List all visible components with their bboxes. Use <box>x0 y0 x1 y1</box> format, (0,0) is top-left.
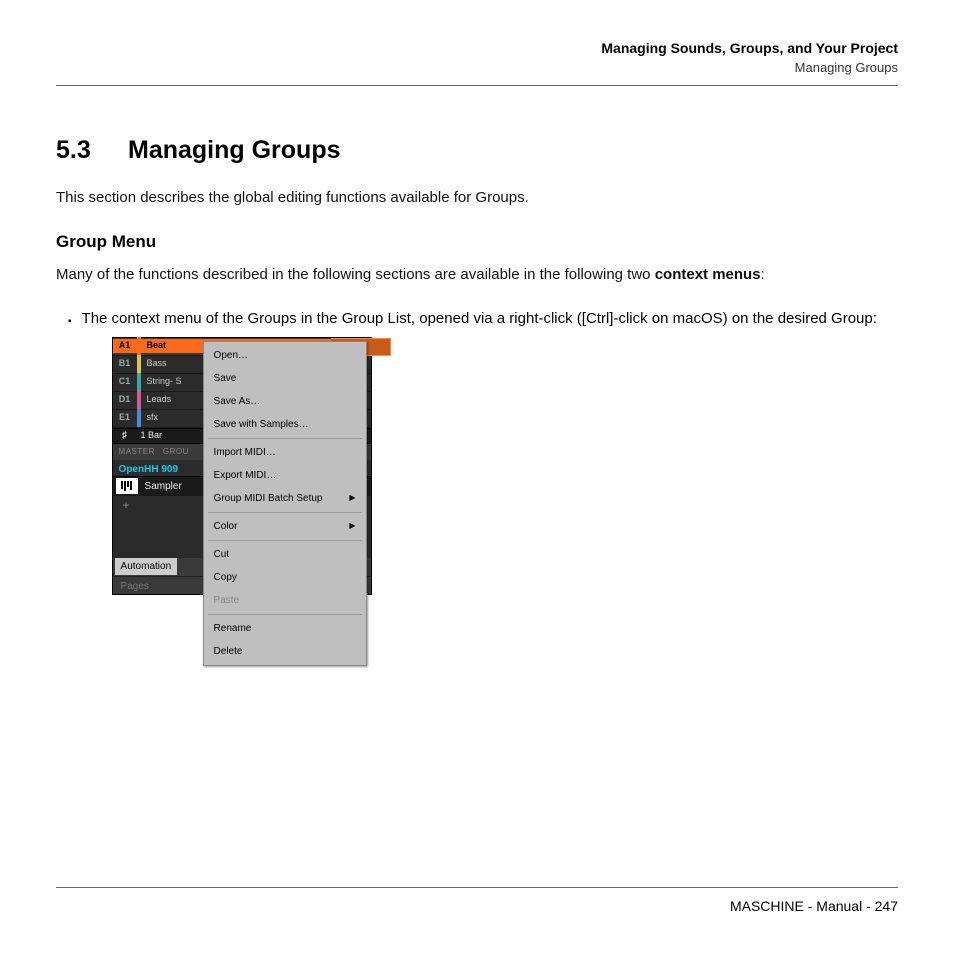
menu-item: Paste <box>204 589 366 612</box>
menu-item-label: Save As… <box>214 394 261 409</box>
menu-item-label: Copy <box>214 570 237 585</box>
group-menu-text-b: context menus <box>655 266 761 283</box>
menu-item-label: Delete <box>214 644 243 659</box>
sampler-label: Sampler <box>141 479 182 494</box>
group-slot[interactable]: C1 <box>113 375 137 389</box>
menu-item[interactable]: Color ▶ <box>204 515 366 538</box>
group-slot[interactable]: D1 <box>113 393 137 407</box>
menu-item-label: Group MIDI Batch Setup <box>214 491 323 506</box>
menu-item-label: Open… <box>214 348 248 363</box>
menu-separator <box>208 540 362 541</box>
menu-item-label: Color <box>214 519 238 534</box>
screenshot: Pattern 2 A1BeatB1BassC1String- SD1Leads… <box>112 337 372 595</box>
menu-item[interactable]: Import MIDI… <box>204 441 366 464</box>
header-section: Managing Groups <box>56 60 898 75</box>
menu-item[interactable]: Copy <box>204 566 366 589</box>
menu-item[interactable]: Open… <box>204 344 366 367</box>
bullet-text: The context menu of the Groups in the Gr… <box>82 308 898 331</box>
page-header: Managing Sounds, Groups, and Your Projec… <box>56 40 898 86</box>
group-slot[interactable]: A1 <box>113 339 137 353</box>
bullet-marker: ▪ <box>68 308 72 595</box>
menu-item-label: Rename <box>214 621 252 636</box>
menu-item[interactable]: Rename <box>204 617 366 640</box>
group-menu-heading: Group Menu <box>56 232 898 252</box>
group-slot[interactable]: E1 <box>113 411 137 425</box>
tab-group[interactable]: GROU <box>163 446 189 458</box>
group-menu-text-a: Many of the functions described in the f… <box>56 266 655 283</box>
context-menu[interactable]: Open… Save Save As… Save with Samples… Impor… <box>203 341 367 666</box>
menu-item-label: Save with Samples… <box>214 417 309 432</box>
group-menu-text-c: : <box>761 266 765 283</box>
intro-paragraph: This section describes the global editin… <box>56 187 898 210</box>
menu-item[interactable]: Cut <box>204 543 366 566</box>
page-footer: MASCHINE - Manual - 247 <box>56 887 898 914</box>
menu-separator <box>208 438 362 439</box>
bullet-content: The context menu of the Groups in the Gr… <box>82 308 898 595</box>
header-chapter: Managing Sounds, Groups, and Your Projec… <box>56 40 898 56</box>
menu-item-label: Export MIDI… <box>214 468 277 483</box>
automation-tab[interactable]: Automation <box>115 558 178 575</box>
bullet-item: ▪ The context menu of the Groups in the … <box>68 308 898 595</box>
tab-master[interactable]: MASTER <box>119 446 155 458</box>
menu-item[interactable]: Save <box>204 367 366 390</box>
section-number: 5.3 <box>56 136 128 165</box>
menu-separator <box>208 512 362 513</box>
sampler-icon <box>116 478 138 494</box>
menu-item-label: Save <box>214 371 237 386</box>
grid-icon: ♯ <box>113 428 137 443</box>
chevron-right-icon: ▶ <box>349 492 355 504</box>
menu-item-label: Paste <box>214 593 240 608</box>
menu-item[interactable]: Save As… <box>204 390 366 413</box>
bar-label: 1 Bar <box>137 429 163 443</box>
chevron-right-icon: ▶ <box>349 520 355 532</box>
menu-item[interactable]: Delete <box>204 640 366 663</box>
menu-item-label: Import MIDI… <box>214 445 276 460</box>
menu-item-label: Cut <box>214 547 230 562</box>
section-heading: 5.3Managing Groups <box>56 136 898 165</box>
menu-item[interactable]: Save with Samples… <box>204 413 366 436</box>
menu-item[interactable]: Group MIDI Batch Setup ▶ <box>204 487 366 510</box>
group-slot[interactable]: B1 <box>113 357 137 371</box>
group-menu-paragraph: Many of the functions described in the f… <box>56 264 898 287</box>
menu-separator <box>208 614 362 615</box>
section-title: Managing Groups <box>128 136 341 164</box>
menu-item[interactable]: Export MIDI… <box>204 464 366 487</box>
